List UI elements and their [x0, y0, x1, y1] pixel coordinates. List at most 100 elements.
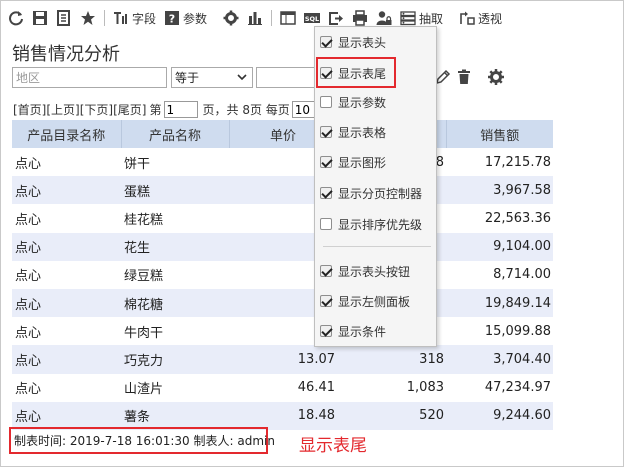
star-icon — [81, 11, 95, 25]
menu-item-label: 显示图形 — [338, 155, 387, 170]
refresh-button[interactable] — [4, 7, 28, 29]
highlight-box — [316, 57, 396, 88]
menu-item-show-chart[interactable]: 显示图形 — [315, 151, 436, 173]
table-cell: 1,083 — [406, 380, 444, 396]
checkbox[interactable] — [320, 126, 332, 138]
menu-item-label: 显示条件 — [338, 324, 387, 339]
pager-page-suffix: 页，共 8页 每页 — [202, 103, 290, 117]
printer-icon — [353, 10, 368, 26]
menu-item-label: 显示排序优先级 — [338, 217, 423, 232]
param-button[interactable]: ? 参数 — [160, 7, 211, 29]
chevron-down-icon — [237, 74, 247, 81]
table-cell: 3,704.40 — [446, 345, 553, 374]
pager-last-link[interactable]: [尾页] — [113, 101, 146, 118]
filter-value-input[interactable] — [256, 67, 316, 88]
pager-page-input[interactable] — [163, 101, 198, 118]
pager-prev-link[interactable]: [上页] — [46, 101, 79, 118]
table-cell: 3,967.58 — [446, 176, 553, 205]
table-cell: 点心 — [12, 288, 121, 318]
filter-field-input[interactable] — [12, 67, 167, 88]
table-cell: 点心 — [15, 382, 42, 398]
pivot-icon — [460, 11, 475, 25]
menu-item-show-header[interactable]: 显示表头 — [315, 31, 436, 53]
menu-item-show-header-buttons[interactable]: 显示表头按钮 — [315, 260, 436, 282]
table-cell: 47,234.97 — [484, 380, 551, 396]
menu-item-show-sort-priority[interactable]: 显示排序优先级 — [315, 213, 436, 235]
pager-next-link[interactable]: [下页] — [80, 101, 113, 118]
menu-item-label: 显示左侧面板 — [338, 294, 411, 309]
sql-icon: SQL — [304, 13, 321, 23]
table-row: 点心棉花糖2819,849.14 — [12, 288, 553, 318]
field-button[interactable]: 字段 — [109, 7, 160, 29]
trash-icon[interactable] — [455, 68, 473, 86]
page-title: 销售情况分析 — [12, 44, 120, 65]
checkbox[interactable] — [320, 325, 332, 337]
menu-item-show-table[interactable]: 显示表格 — [315, 121, 436, 143]
table-cell: 牛肉干 — [124, 325, 164, 341]
checkbox[interactable] — [320, 156, 332, 168]
menu-item-show-pager[interactable]: 显示分页控制器 — [315, 182, 436, 204]
checkbox[interactable] — [320, 265, 332, 277]
table-cell: 318 — [337, 345, 446, 374]
menu-item-show-left-panel[interactable]: 显示左侧面板 — [315, 290, 436, 312]
pager-first-link[interactable]: [首页] — [13, 101, 46, 118]
column-header[interactable]: 产品目录名称 — [12, 120, 122, 148]
svg-text:?: ? — [169, 13, 175, 26]
svg-text:SQL: SQL — [305, 15, 319, 23]
pivot-label: 透视 — [478, 11, 503, 26]
menu-item-show-params[interactable]: 显示参数 — [315, 91, 436, 113]
table-cell: 花生 — [121, 232, 229, 261]
chart-button[interactable] — [243, 7, 267, 29]
toolbar-separator — [104, 10, 105, 26]
refresh-icon — [9, 11, 23, 26]
toolbar-separator — [271, 10, 273, 26]
checkbox[interactable] — [320, 295, 332, 307]
checkbox[interactable] — [320, 187, 332, 199]
table-cell: 46.41 — [297, 380, 335, 396]
table-row: 点心绿豆糕118,714.00 — [12, 261, 553, 289]
table-cell: 薯条 — [121, 401, 229, 430]
table-cell: 19,849.14 — [446, 288, 553, 318]
table-row: 点心 巧克力 13.07 318 3,704.40 — [12, 345, 553, 374]
extract-label: 抽取 — [419, 11, 444, 26]
pager: [首页] [上页] [下页] [尾页] 第 页，共 8页 每页 — [13, 101, 324, 118]
settings-button[interactable] — [219, 7, 243, 29]
document-icon — [57, 10, 70, 26]
export-icon — [329, 12, 344, 25]
save-button[interactable] — [28, 7, 52, 29]
checkbox[interactable] — [320, 96, 332, 108]
pivot-button[interactable]: 透视 — [455, 7, 506, 29]
table-row: 点心蛋糕93,967.58 — [12, 176, 553, 205]
footer-text: 制表时间: 2019-7-18 16:01:30 制表人: admin — [14, 434, 275, 448]
table-cell: 17,215.78 — [484, 154, 551, 170]
column-header[interactable]: 销售额 — [446, 120, 553, 148]
table-cell: 点心 — [12, 232, 121, 261]
menu-item-show-conditions[interactable]: 显示条件 — [315, 320, 436, 342]
display-options-button[interactable] — [276, 7, 300, 29]
table-cell: 桂花糕 — [124, 212, 164, 228]
column-header[interactable]: 产品名称 — [121, 120, 230, 148]
menu-item-label: 显示表格 — [338, 125, 387, 140]
checkbox[interactable] — [320, 36, 332, 48]
gear-icon[interactable] — [487, 68, 505, 86]
table-cell: 点心 — [12, 401, 121, 430]
table-cell: 蛋糕 — [121, 176, 229, 205]
checkbox[interactable] — [320, 218, 332, 230]
save-icon — [33, 11, 47, 25]
table-cell: 8,714.00 — [493, 267, 551, 283]
table-cell: 点心 — [12, 176, 121, 205]
table-cell: 15,099.88 — [484, 323, 551, 339]
table-row: 点心 薯条 18.48 520 9,244.60 — [12, 401, 553, 430]
filter-operator-select[interactable]: 等于 — [171, 67, 253, 88]
save-as-button[interactable] — [52, 7, 76, 29]
menu-item-label: 显示参数 — [338, 95, 387, 110]
table-cell: 棉花糖 — [121, 288, 229, 318]
table-cell: 22,563.36 — [484, 210, 551, 226]
field-label: 字段 — [132, 11, 157, 26]
table-footer: 制表时间: 2019-7-18 16:01:30 制表人: admin — [9, 427, 275, 454]
table-cell: 巧克力 — [121, 345, 229, 374]
favorite-button[interactable] — [76, 7, 100, 29]
table-cell: 绿豆糕 — [124, 269, 164, 285]
table-cell: 点心 — [15, 269, 42, 285]
annotation-label: 显示表尾 — [299, 436, 367, 456]
